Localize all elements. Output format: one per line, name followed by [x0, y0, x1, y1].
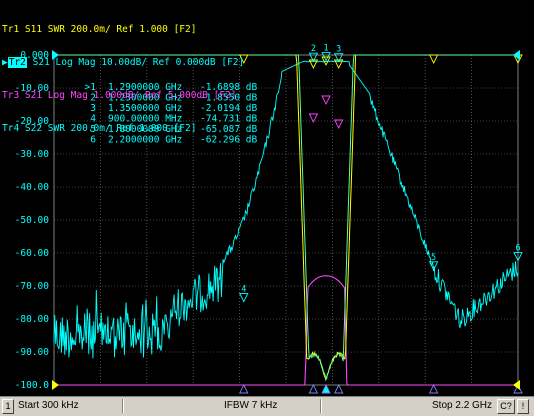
trace-label-tr2[interactable]: ▶Tr2 S21 Log Mag 10.00dB/ Ref 0.000dB [F…: [2, 57, 244, 68]
reference-arrow-left-bottom-icon: [52, 380, 59, 390]
trace-label-tr3[interactable]: Tr3 S21 Log Mag 1.000dB/ Ref 5.000dB [F2…: [2, 90, 244, 101]
calibration-status[interactable]: C?: [497, 399, 515, 414]
marker-tr3-3-icon: [333, 119, 344, 130]
stimulus-marker-icon: [428, 383, 439, 394]
marker-5-label: 5: [431, 253, 436, 263]
analyzer-screen: 0.000 -10.00 -20.00 -30.00 -40.00 -50.00 -60.0…: [0, 0, 534, 415]
status-divider: [122, 399, 124, 413]
stimulus-marker-icon: [321, 383, 331, 394]
status-bar: 1 Start 300 kHz IFBW 7 kHz Stop 2.2 GHz …: [0, 396, 534, 416]
y-tick-label: -40.00: [15, 182, 50, 193]
reference-arrow-right-icon: [513, 50, 520, 60]
active-trace-id: Tr2: [7, 57, 27, 68]
y-tick-label: -70.00: [15, 281, 50, 292]
trace-label-tr1[interactable]: Tr1 S11 SWR 200.0m/ Ref 1.000 [F2]: [2, 24, 244, 35]
stimulus-marker-icon: [239, 383, 249, 394]
y-tick-label: -50.00: [15, 215, 50, 226]
marker-4-label: 4: [241, 285, 246, 295]
trace-label-tr2-rest: S21 Log Mag 10.00dB/ Ref 0.000dB [F2]: [26, 57, 245, 68]
y-tick-label: -80.00: [15, 314, 50, 325]
y-tick-label: -90.00: [15, 347, 50, 358]
stop-frequency[interactable]: Stop 2.2 GHz: [432, 399, 492, 413]
warning-flag[interactable]: !: [517, 399, 529, 414]
marker-6-label: 6: [515, 244, 520, 254]
stimulus-marker-icon: [333, 383, 344, 394]
marker-tr3-2-icon: [308, 113, 319, 124]
marker-1-label: 1: [323, 44, 328, 54]
marker-tr3-1-icon: [321, 95, 331, 106]
marker-2-label: 2: [311, 44, 316, 54]
ifbw-value[interactable]: IFBW 7 kHz: [224, 399, 277, 413]
marker-3-label: 3: [336, 45, 341, 55]
trace-legend: Tr1 S11 SWR 200.0m/ Ref 1.000 [F2] ▶Tr2 …: [2, 2, 244, 156]
trace-label-tr4[interactable]: Tr4 S22 SWR 200.0m/ Ref 1.000 [F2]: [2, 123, 244, 134]
marker-tr1-5-icon: [428, 54, 439, 65]
start-frequency[interactable]: Start 300 kHz: [18, 399, 79, 413]
channel-indicator[interactable]: 1: [2, 399, 14, 414]
y-tick-label: -100.0: [15, 380, 50, 391]
status-divider: [320, 399, 322, 413]
stimulus-marker-icon: [308, 383, 319, 394]
marker-4-icon: [239, 293, 249, 303]
y-tick-label: -60.00: [15, 248, 50, 259]
